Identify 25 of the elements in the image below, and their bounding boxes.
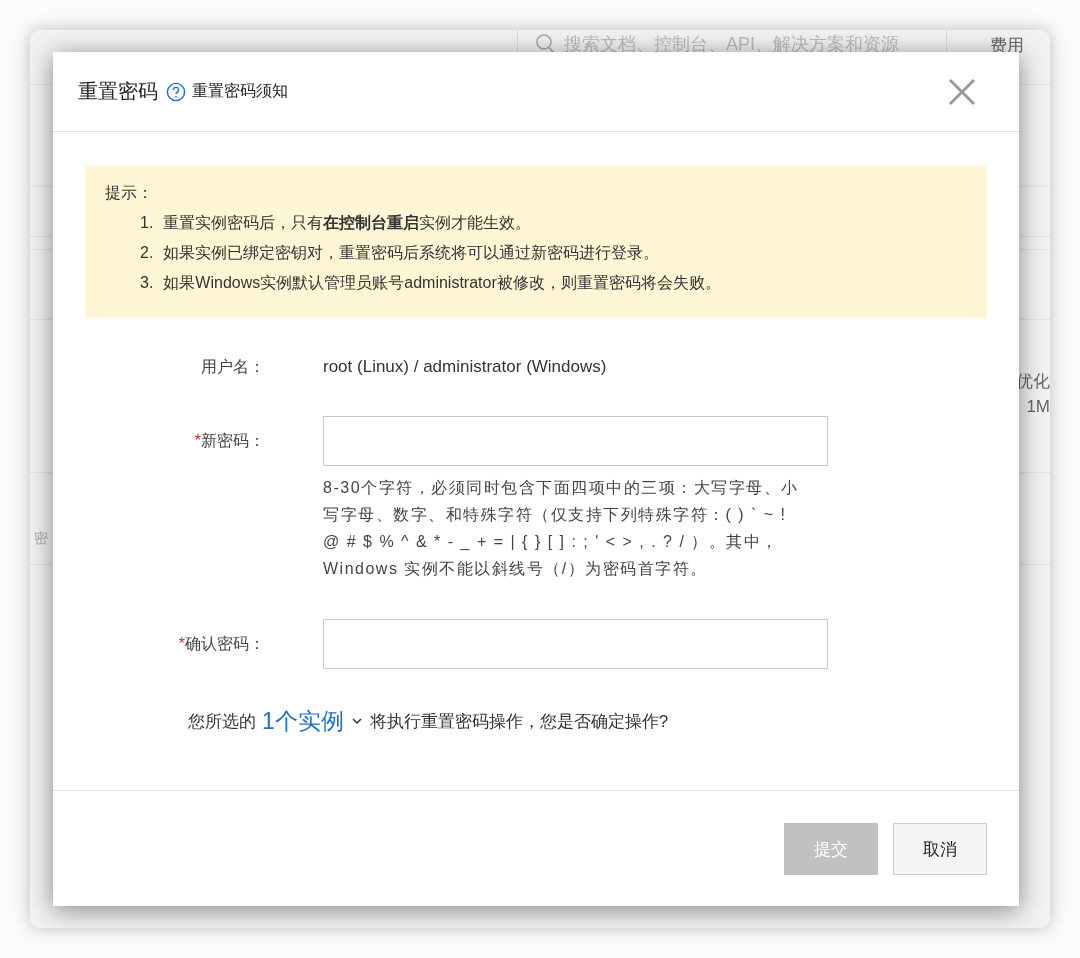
username-value: root (Linux) / administrator (Windows) xyxy=(323,356,607,378)
item-number: 3. xyxy=(140,273,154,293)
notice-heading: 提示： xyxy=(105,183,154,203)
password-hint: 8-30个字符，必须同时包含下面四项中的三项：大写字母、小写字母、数字、和特殊字符（仅支持下列特殊字符：( ) ` ~ ! @ # $ % ^ & * - _ + = | { } [ ] : ; ' < > , . ? / ）。其中，Windows 实例不能以斜线号（/）为密码首字符。 xyxy=(323,478,800,579)
field-label: *确认密码： xyxy=(178,634,265,652)
instance-link[interactable]: 1个实例 xyxy=(262,706,344,737)
caret-icon[interactable] xyxy=(351,718,362,725)
summary-text: 将执行重置密码操作，您是否确定操作? xyxy=(369,711,669,733)
cancel-button[interactable]: 取消 xyxy=(893,823,987,875)
password-field[interactable] xyxy=(323,416,828,466)
notice-text: 如果实例已绑定密钥对，重置密码后系统将可以通过新密码进行登录。 xyxy=(163,243,660,263)
notice-text: 如果Windows实例默认管理员账号administrator被修改，则重置密码将会失败。 xyxy=(163,273,721,293)
help-link[interactable]: 重置密码须知 xyxy=(192,81,288,102)
dialog-title: 重置密码 xyxy=(78,79,158,104)
item-number: 2. xyxy=(140,243,154,263)
item-number: 1. xyxy=(140,213,154,233)
field-label: 用户名： xyxy=(201,358,265,375)
field-label: *新密码： xyxy=(194,431,265,449)
summary-text: 您所选的 xyxy=(188,711,256,733)
table-cell: 1M xyxy=(1026,397,1050,417)
password-field[interactable] xyxy=(323,619,828,669)
close-icon[interactable] xyxy=(948,77,976,106)
table-cell: 密 xyxy=(34,529,48,548)
notice-text: 重置实例密码后，只有在控制台重启实例才能生效。 xyxy=(163,213,532,233)
help-icon[interactable] xyxy=(166,81,186,102)
